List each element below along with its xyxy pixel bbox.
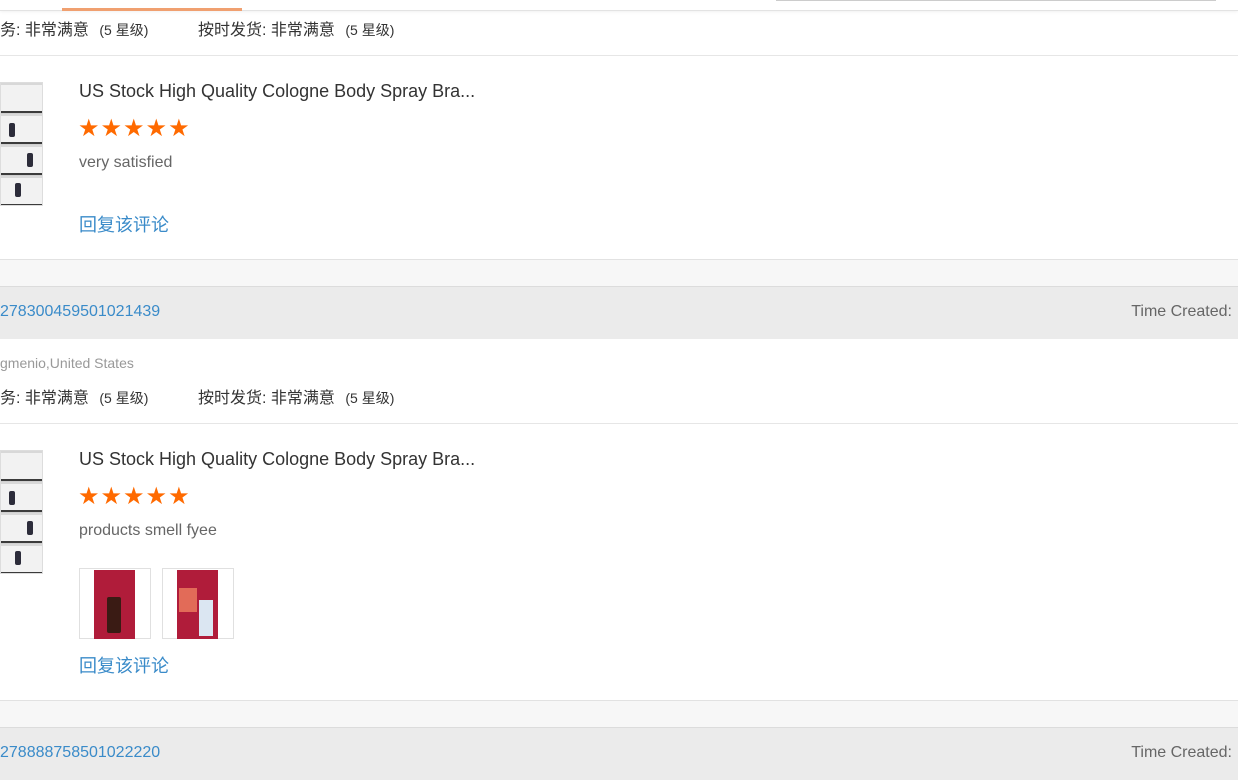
- service-rating-level: (5 星级): [99, 390, 149, 406]
- divider: [0, 55, 1238, 56]
- shipping-rating-value: 非常满意: [270, 390, 335, 407]
- seller-rating-line: 务: 非常满意 (5 星级) 按时发货: 非常满意 (5 星级): [0, 384, 394, 408]
- service-rating-value: 非常满意: [24, 22, 89, 39]
- review-comment: very satisfied: [79, 154, 173, 171]
- star-icon: ★: [100, 115, 123, 142]
- time-created-label: Time Created:: [1131, 744, 1232, 761]
- service-rating-label: 务:: [0, 22, 21, 39]
- star-icon: ★: [168, 483, 190, 510]
- star-icon: ★: [145, 115, 168, 142]
- service-rating-value: 非常满意: [24, 390, 89, 407]
- seller-rating-line: 务: 非常满意 (5 星级) 按时发货: 非常满意 (5 星级): [0, 16, 394, 40]
- review-separator: [0, 259, 1238, 287]
- star-icon: ★: [78, 483, 100, 510]
- product-thumbnail[interactable]: [0, 82, 43, 206]
- product-title[interactable]: US Stock High Quality Cologne Body Spray…: [79, 449, 475, 470]
- review-photo-2[interactable]: [162, 568, 234, 639]
- star-icon: ★: [78, 115, 100, 142]
- star-icon: ★: [123, 483, 145, 510]
- top-header: [0, 0, 1238, 11]
- star-icon: ★: [168, 115, 190, 142]
- product-thumbnail[interactable]: [0, 450, 43, 574]
- star-icon: ★: [100, 483, 123, 510]
- buyer-info: gmenio,United States: [0, 355, 134, 371]
- divider: [0, 423, 1238, 424]
- reply-review-link[interactable]: 回复该评论: [79, 211, 169, 237]
- order-id-link[interactable]: 278300459501021439: [0, 303, 160, 321]
- shipping-rating-level: (5 星级): [345, 22, 395, 38]
- star-icon: ★: [123, 115, 145, 142]
- order-id-link[interactable]: 278888758501022220: [0, 744, 160, 762]
- order-header: 278300459501021439 Time Created:: [0, 286, 1238, 339]
- star-rating: ★★★★★: [78, 483, 191, 510]
- review-photo-1[interactable]: [79, 568, 151, 639]
- review-comment: products smell fyee: [79, 522, 217, 539]
- shipping-rating-label: 按时发货:: [198, 390, 267, 407]
- service-rating-level: (5 星级): [99, 22, 149, 38]
- shipping-rating-level: (5 星级): [345, 390, 395, 406]
- shipping-rating-value: 非常满意: [270, 22, 335, 39]
- service-rating-label: 务:: [0, 390, 21, 407]
- shipping-rating-label: 按时发货:: [198, 22, 267, 39]
- search-box[interactable]: [776, 0, 1216, 1]
- active-tab-indicator: [62, 8, 242, 11]
- product-title[interactable]: US Stock High Quality Cologne Body Spray…: [79, 81, 475, 102]
- time-created-label: Time Created:: [1131, 303, 1232, 320]
- review-separator: [0, 700, 1238, 728]
- star-rating: ★★★★★: [78, 115, 191, 142]
- star-icon: ★: [145, 483, 168, 510]
- reply-review-link[interactable]: 回复该评论: [79, 652, 169, 678]
